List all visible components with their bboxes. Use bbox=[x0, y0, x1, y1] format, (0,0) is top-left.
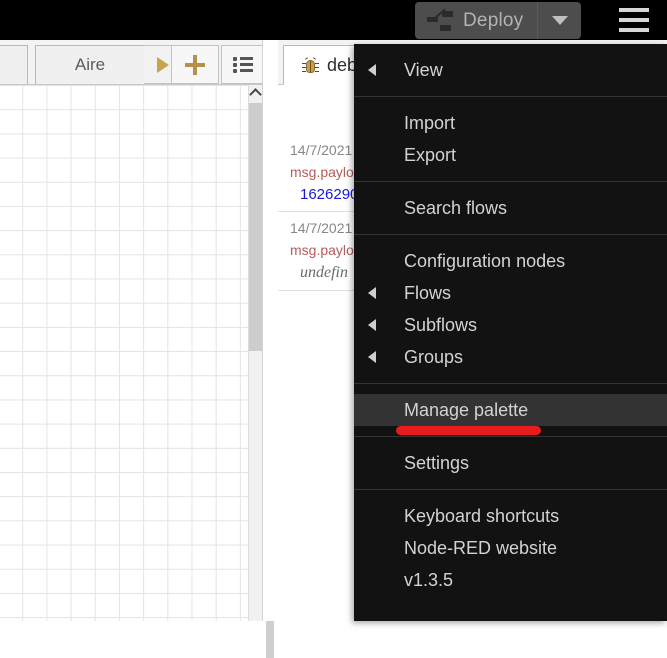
menu-item-view-label: View bbox=[404, 59, 443, 80]
menu-item-search-flows-label: Search flows bbox=[404, 197, 508, 218]
menu-item-export[interactable]: Export bbox=[354, 139, 667, 171]
canvas-scroll-up-button[interactable] bbox=[249, 85, 262, 101]
menu-item-flows-label: Flows bbox=[404, 282, 452, 303]
triangle-left-icon bbox=[368, 287, 376, 299]
triangle-right-icon bbox=[156, 56, 169, 73]
menu-item-export-label: Export bbox=[404, 144, 457, 165]
triangle-left-icon bbox=[368, 64, 376, 76]
red-underline-annotation bbox=[396, 426, 541, 435]
menu-item-subflows-label: Subflows bbox=[404, 314, 478, 335]
hamburger-bar-2 bbox=[619, 18, 649, 22]
menu-section-search: Search flows bbox=[354, 182, 667, 235]
menu-item-settings[interactable]: Settings bbox=[354, 447, 667, 479]
flow-tab-aire[interactable]: Aire bbox=[35, 45, 145, 84]
triangle-left-icon bbox=[368, 351, 376, 363]
main-menu-button[interactable] bbox=[611, 4, 657, 36]
bug-icon bbox=[302, 56, 319, 74]
menu-item-manage-palette[interactable]: Manage palette bbox=[354, 394, 667, 426]
menu-item-search-flows[interactable]: Search flows bbox=[354, 192, 667, 224]
flow-editor-panel: Aire bbox=[0, 40, 265, 621]
menu-item-settings-label: Settings bbox=[404, 452, 470, 473]
menu-item-keyboard-shortcuts-label: Keyboard shortcuts bbox=[404, 505, 560, 526]
menu-item-import[interactable]: Import bbox=[354, 107, 667, 139]
menu-item-manage-palette-label: Manage palette bbox=[404, 399, 529, 420]
menu-item-view[interactable]: View bbox=[354, 54, 667, 86]
menu-item-node-red-website-label: Node-RED website bbox=[404, 537, 558, 558]
menu-item-keyboard-shortcuts[interactable]: Keyboard shortcuts bbox=[354, 500, 667, 532]
list-icon bbox=[233, 57, 253, 73]
menu-item-node-red-website[interactable]: Node-RED website bbox=[354, 532, 667, 564]
menu-item-import-label: Import bbox=[404, 112, 456, 133]
menu-section-nodes: Configuration nodes Flows Subflows Group… bbox=[354, 235, 667, 384]
list-flows-button[interactable] bbox=[221, 45, 265, 84]
menu-item-subflows[interactable]: Subflows bbox=[354, 309, 667, 341]
chevron-down-icon bbox=[551, 16, 568, 25]
deploy-button-label: Deploy bbox=[463, 10, 524, 31]
menu-section-view: View bbox=[354, 44, 667, 97]
flow-tab-bar: Aire bbox=[0, 40, 265, 85]
canvas-scroll-thumb[interactable] bbox=[249, 103, 262, 351]
menu-section-import-export: Import Export bbox=[354, 97, 667, 182]
flow-canvas[interactable] bbox=[0, 85, 248, 621]
flow-nodes-icon bbox=[427, 10, 453, 31]
hamburger-bar-1 bbox=[619, 8, 649, 12]
canvas-vertical-scrollbar[interactable] bbox=[248, 85, 262, 621]
menu-item-configuration-nodes-label: Configuration nodes bbox=[404, 250, 566, 271]
triangle-left-icon bbox=[368, 319, 376, 331]
menu-section-help: Keyboard shortcuts Node-RED website v1.3… bbox=[354, 490, 667, 606]
deploy-options-button[interactable] bbox=[537, 2, 582, 39]
flow-tab-aire-label: Aire bbox=[74, 55, 106, 74]
menu-item-groups-label: Groups bbox=[404, 346, 464, 367]
chevron-up-icon bbox=[249, 88, 262, 101]
menu-item-flows[interactable]: Flows bbox=[354, 277, 667, 309]
deploy-button-group[interactable]: Deploy bbox=[415, 2, 582, 39]
menu-item-groups[interactable]: Groups bbox=[354, 341, 667, 373]
menu-item-configuration-nodes[interactable]: Configuration nodes bbox=[354, 245, 667, 277]
deploy-button[interactable]: Deploy bbox=[415, 2, 538, 39]
main-dropdown-menu[interactable]: View Import Export Search flows Configur… bbox=[354, 44, 667, 621]
menu-section-settings: Settings bbox=[354, 437, 667, 490]
flow-tab-partial[interactable] bbox=[0, 45, 28, 84]
app-header: Deploy bbox=[0, 0, 667, 40]
add-flow-button[interactable] bbox=[171, 45, 219, 84]
plus-icon bbox=[185, 54, 205, 75]
hamburger-bar-3 bbox=[619, 28, 649, 32]
menu-item-version[interactable]: v1.3.5 bbox=[354, 564, 667, 596]
menu-item-version-label: v1.3.5 bbox=[404, 569, 454, 590]
